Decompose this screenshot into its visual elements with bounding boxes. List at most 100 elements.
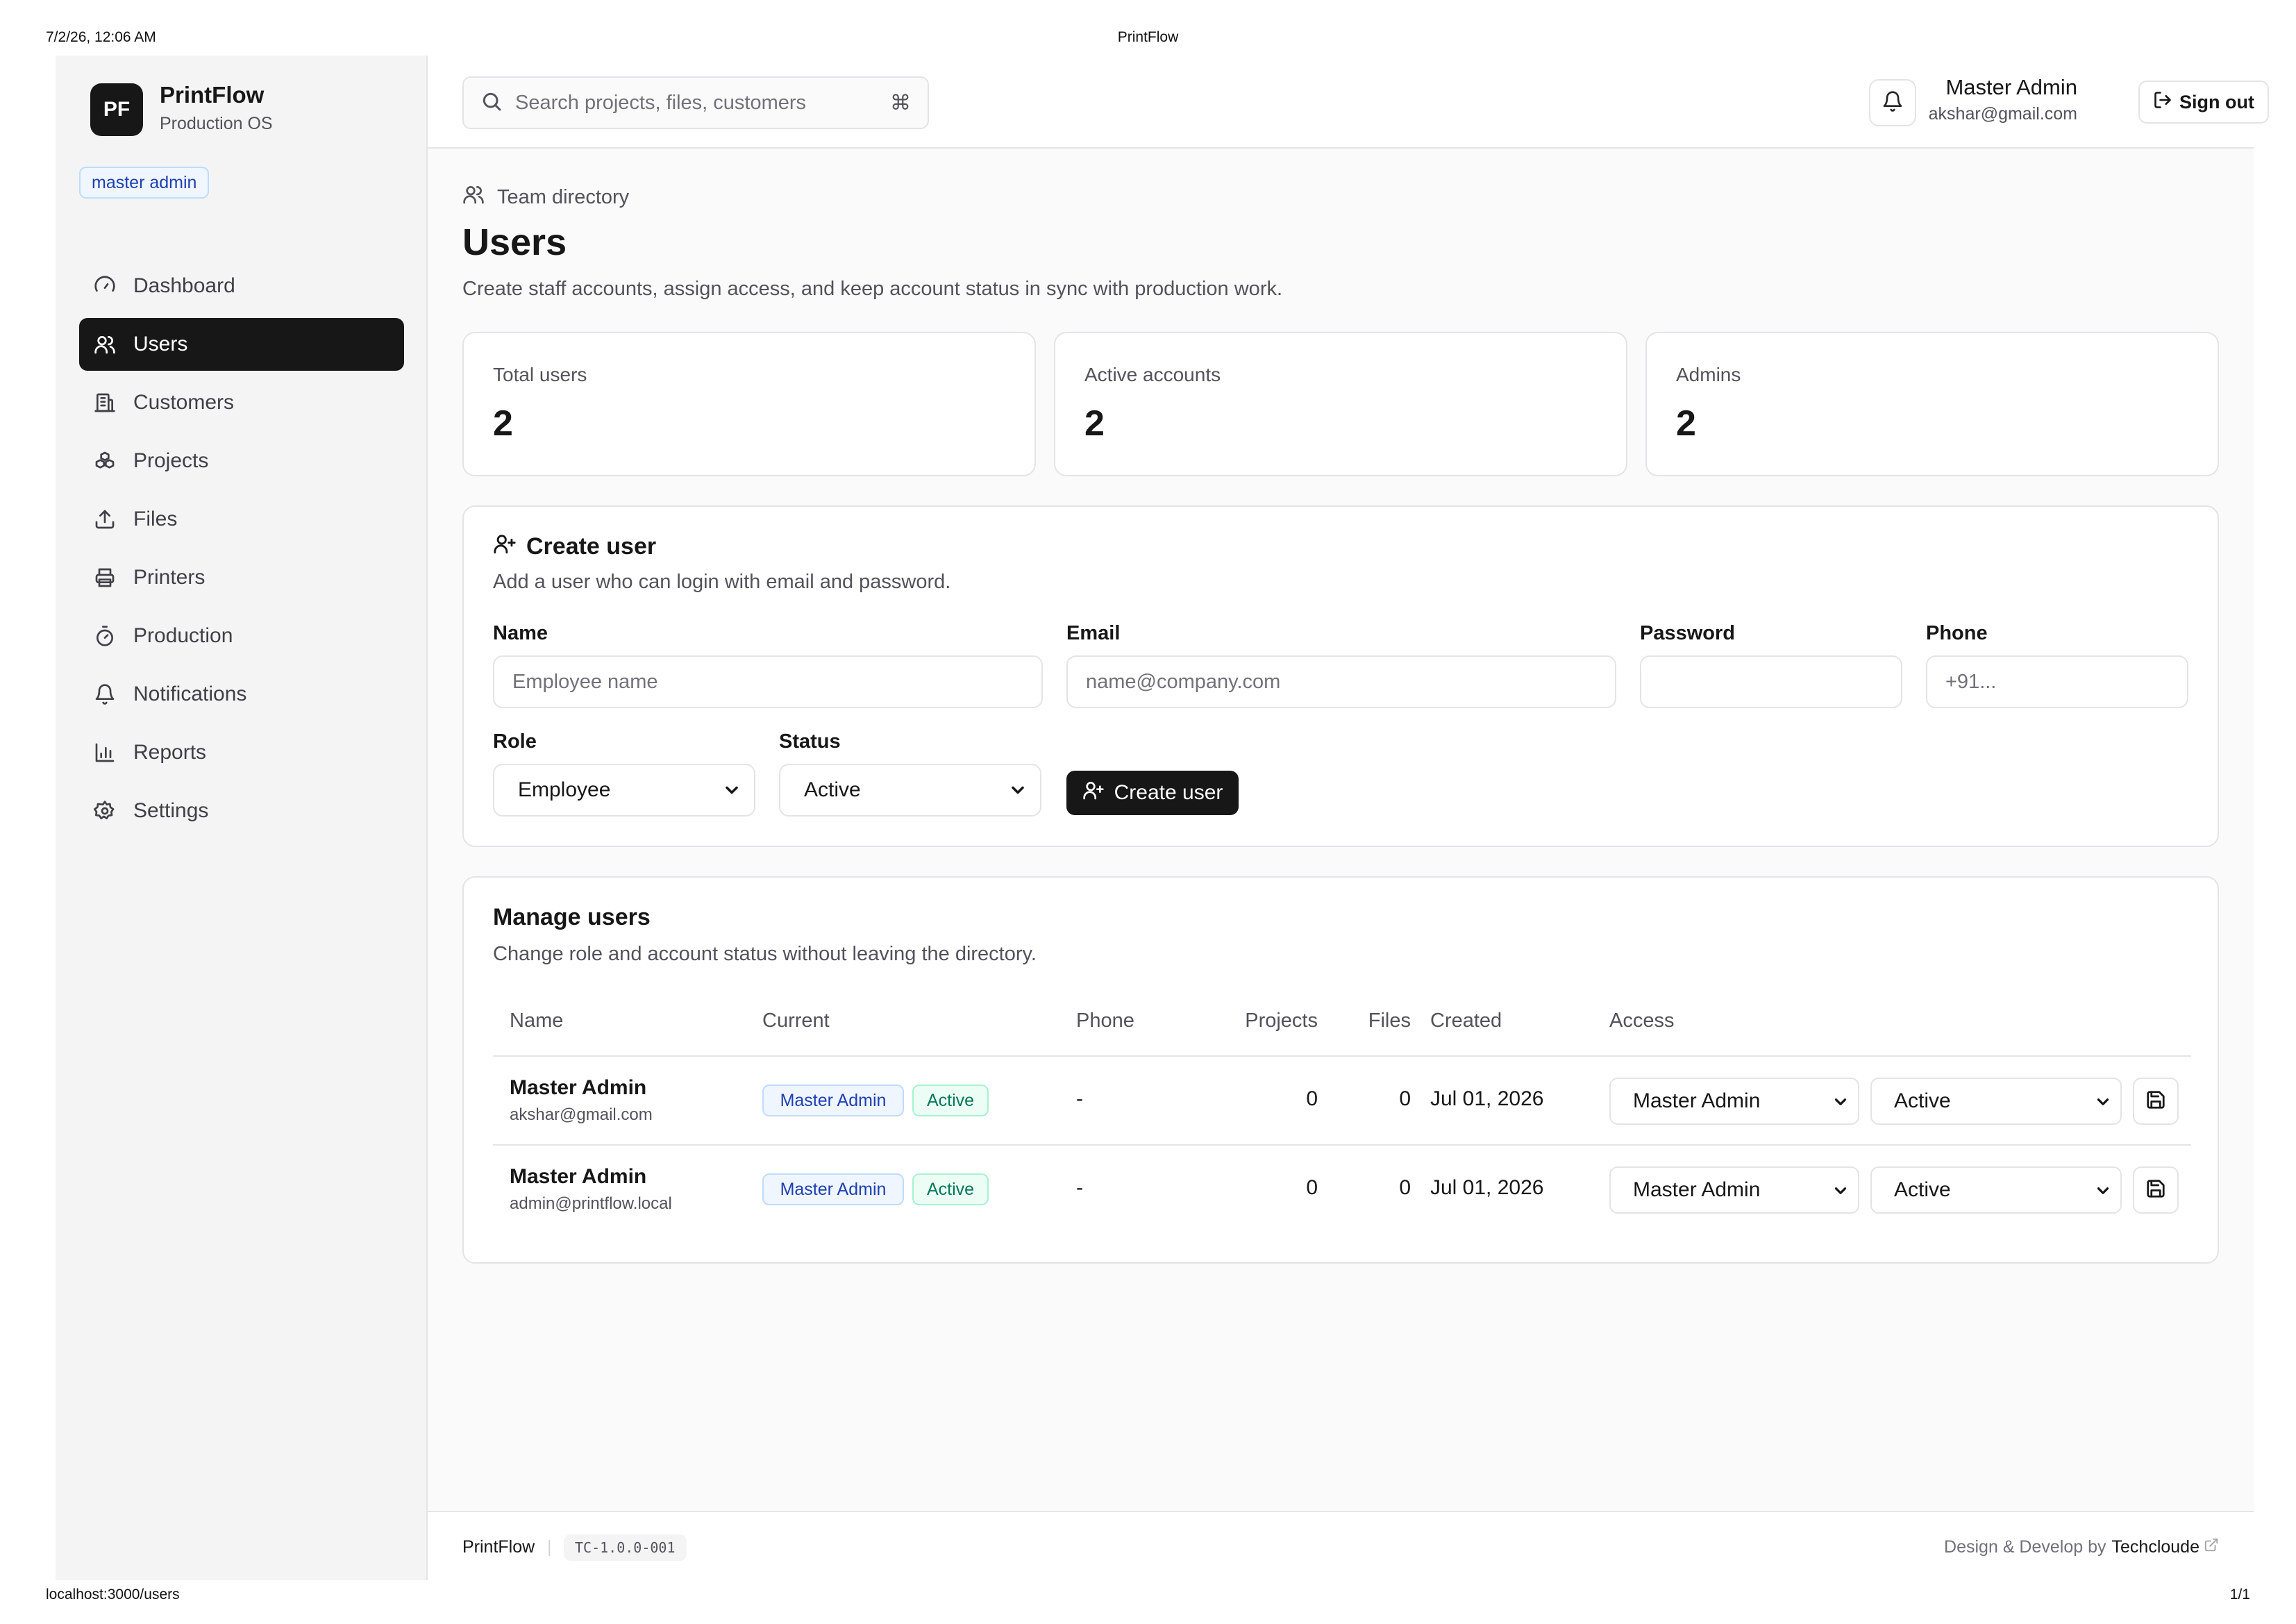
- table-row: Master Admin admin@printflow.local Maste…: [493, 1144, 2191, 1233]
- sidebar-nav: Dashboard Users Customers Projects Files…: [79, 260, 404, 843]
- manage-users-description: Change role and account status without l…: [493, 943, 1037, 965]
- role-badge: master admin: [79, 167, 210, 199]
- save-user-button[interactable]: [2133, 1078, 2179, 1125]
- sign-out-label: Sign out: [2179, 91, 2254, 112]
- sidebar-item-label: Notifications: [133, 683, 247, 705]
- sidebar-item-projects[interactable]: Projects: [79, 435, 404, 487]
- bar-chart-icon: [93, 741, 117, 764]
- role-select[interactable]: Employee: [493, 764, 755, 817]
- column-header-name: Name: [510, 1010, 564, 1032]
- sidebar-item-production[interactable]: Production: [79, 610, 404, 662]
- sidebar-item-label: Production: [133, 624, 233, 647]
- page-description: Create staff accounts, assign access, an…: [462, 278, 1283, 300]
- column-header-projects: Projects: [1245, 1010, 1318, 1032]
- sidebar-item-users[interactable]: Users: [79, 318, 404, 371]
- credit-link[interactable]: Techcloude: [2112, 1537, 2199, 1557]
- stat-label: Active accounts: [1084, 364, 1221, 385]
- sidebar-item-label: Reports: [133, 741, 207, 764]
- footer-brand: PrintFlow: [462, 1537, 535, 1557]
- sidebar-item-label: Projects: [133, 449, 209, 472]
- create-user-button-label: Create user: [1114, 781, 1223, 804]
- column-header-created: Created: [1430, 1010, 1502, 1032]
- print-header: 7/2/26, 12:06 AM PrintFlow: [0, 29, 2296, 50]
- access-role-select[interactable]: Master Admin: [1609, 1078, 1859, 1125]
- sidebar-item-dashboard[interactable]: Dashboard: [79, 260, 404, 312]
- manage-users-card: Manage users Change role and account sta…: [462, 876, 2219, 1264]
- create-user-title: Create user: [493, 532, 656, 562]
- save-icon: [2145, 1178, 2166, 1203]
- printer-icon: [93, 566, 117, 589]
- user-plus-icon: [1082, 779, 1114, 807]
- phone-label: Phone: [1926, 622, 1988, 644]
- name-label: Name: [493, 622, 548, 644]
- boxes-icon: [93, 449, 117, 473]
- status-label: Status: [779, 730, 841, 753]
- password-field[interactable]: [1640, 655, 1902, 708]
- stat-value: 2: [1676, 403, 1696, 444]
- sidebar-item-settings[interactable]: Settings: [79, 785, 404, 837]
- notifications-button[interactable]: [1869, 79, 1916, 126]
- access-status-select[interactable]: Active: [1870, 1166, 2122, 1214]
- user-email: akshar@gmail.com: [510, 1105, 653, 1124]
- building-icon: [93, 391, 117, 415]
- gear-icon: [93, 799, 117, 823]
- role-badge: Master Admin: [762, 1085, 904, 1116]
- brand-logo[interactable]: PF: [90, 83, 143, 136]
- user-name: Master Admin: [510, 1076, 647, 1099]
- user-created: Jul 01, 2026: [1430, 1087, 1544, 1110]
- chevron-down-icon: [1832, 1093, 1850, 1111]
- card-title-text: Create user: [526, 533, 657, 560]
- sidebar-item-customers[interactable]: Customers: [79, 376, 404, 429]
- save-user-button[interactable]: [2133, 1166, 2179, 1214]
- access-role-select[interactable]: Master Admin: [1609, 1166, 1859, 1214]
- status-select-value: Active: [804, 778, 861, 801]
- search-input[interactable]: Search projects, files, customers ⌘: [462, 76, 929, 129]
- sidebar-item-printers[interactable]: Printers: [79, 551, 404, 604]
- current-user-email: akshar@gmail.com: [1928, 104, 2077, 124]
- search-icon: [480, 90, 503, 116]
- users-icon: [462, 183, 497, 211]
- user-projects: 0: [1306, 1087, 1318, 1110]
- chevron-down-icon: [2094, 1182, 2112, 1200]
- timer-icon: [93, 624, 117, 648]
- create-user-button[interactable]: Create user: [1066, 771, 1239, 815]
- column-header-files: Files: [1368, 1010, 1411, 1032]
- access-status-select[interactable]: Active: [1870, 1078, 2122, 1125]
- manage-users-title: Manage users: [493, 904, 651, 930]
- email-field[interactable]: name@company.com: [1066, 655, 1616, 708]
- name-field[interactable]: Employee name: [493, 655, 1043, 708]
- user-name: Master Admin: [510, 1165, 647, 1188]
- sidebar-item-reports[interactable]: Reports: [79, 726, 404, 779]
- topbar: Search projects, files, customers ⌘ Mast…: [428, 56, 2269, 149]
- sidebar-item-label: Settings: [133, 799, 209, 822]
- sidebar-item-notifications[interactable]: Notifications: [79, 668, 404, 721]
- sidebar-item-files[interactable]: Files: [79, 493, 404, 546]
- print-page-number: 1/1: [2229, 1587, 2250, 1602]
- brand-subtitle: Production OS: [160, 114, 273, 133]
- chevron-down-icon: [1008, 780, 1028, 800]
- create-user-card: Create user Add a user who can login wit…: [462, 505, 2219, 847]
- main-content: Team directory Users Create staff accoun…: [428, 149, 2254, 1511]
- access-role-value: Master Admin: [1633, 1089, 1761, 1112]
- sidebar-item-label: Files: [133, 508, 178, 530]
- chevron-down-icon: [2094, 1093, 2112, 1111]
- brand-name: PrintFlow: [160, 82, 265, 108]
- footer-credit: Design & Develop by Techcloude: [1944, 1537, 2219, 1557]
- footer-separator: |: [547, 1537, 552, 1557]
- user-created: Jul 01, 2026: [1430, 1176, 1544, 1199]
- status-select[interactable]: Active: [779, 764, 1041, 817]
- password-label: Password: [1640, 622, 1735, 644]
- print-footer: localhost:3000/users 1/1: [0, 1587, 2296, 1607]
- user-files: 0: [1399, 1087, 1411, 1110]
- sidebar: PF PrintFlow Production OS master admin …: [56, 56, 428, 1580]
- user-phone: -: [1076, 1087, 1083, 1110]
- sidebar-item-label: Customers: [133, 391, 235, 414]
- print-url: localhost:3000/users: [46, 1587, 180, 1602]
- user-plus-icon: [493, 532, 526, 562]
- print-title: PrintFlow: [1117, 29, 1179, 45]
- chevron-down-icon: [722, 780, 741, 800]
- phone-field[interactable]: +91...: [1926, 655, 2188, 708]
- upload-icon: [93, 508, 117, 531]
- stat-value: 2: [1084, 403, 1105, 444]
- sign-out-button[interactable]: Sign out: [2138, 81, 2269, 124]
